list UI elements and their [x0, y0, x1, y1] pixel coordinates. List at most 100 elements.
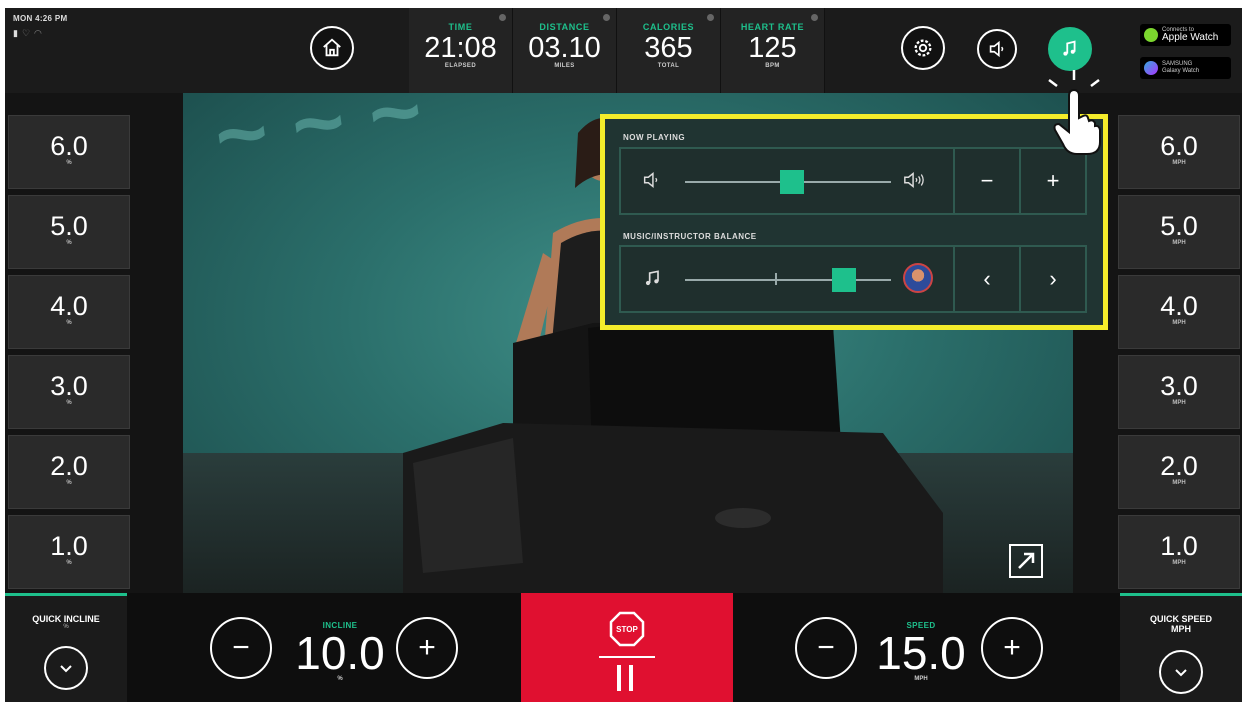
preset-value: 1.0	[1160, 531, 1198, 561]
speed-preset-button[interactable]: 4.0 MPH	[1118, 275, 1240, 349]
speed-up-button[interactable]: +	[981, 617, 1043, 679]
volume-up-button[interactable]: +	[1019, 149, 1085, 213]
metric-unit: TOTAL	[657, 63, 680, 69]
incline-preset-button[interactable]: 6.0%	[8, 115, 130, 189]
music-note-icon	[643, 267, 663, 295]
home-icon	[323, 38, 341, 57]
preset-value: 4.0	[50, 291, 88, 321]
treadmill-screen: MON 4:26 PM ▮ ♡ ◠ TIME 21:08 ELAPSED DIS…	[5, 8, 1242, 702]
apple-watch-badge[interactable]: Connects to Apple Watch	[1140, 24, 1231, 46]
preset-unit: %	[66, 400, 72, 406]
speed-preset-button[interactable]: 6.0 MPH	[1118, 115, 1240, 189]
expand-icon[interactable]	[1007, 542, 1045, 580]
watch-name: Galaxy Watch	[1162, 68, 1200, 74]
metric-label: CALORIES	[642, 22, 695, 32]
preset-value: 2.0	[50, 451, 88, 481]
preset-value: 2.0	[1160, 451, 1198, 481]
metric-unit: BPM	[765, 63, 780, 69]
heart-icon: ♡	[21, 28, 31, 38]
pause-button[interactable]	[617, 665, 633, 691]
chevron-down-icon	[1175, 669, 1187, 677]
preset-value: 6.0	[50, 131, 88, 161]
quick-speed-button[interactable]	[1159, 650, 1203, 694]
volume-high-icon	[901, 169, 927, 197]
speed-display: SPEED 15.0 MPH	[871, 621, 971, 682]
preset-unit: MPH	[1172, 320, 1186, 326]
incline-preset-button[interactable]: 4.0%	[8, 275, 130, 349]
balance-left-button[interactable]: ‹	[953, 247, 1019, 311]
status-icons: ▮ ♡ ◠	[13, 28, 42, 39]
speed-preset-button[interactable]: 2.0 MPH	[1118, 435, 1240, 509]
quick-incline-button[interactable]	[44, 646, 88, 690]
now-playing-label: NOW PLAYING	[623, 133, 686, 142]
music-note-icon	[1063, 40, 1076, 56]
pause-bar	[629, 665, 633, 691]
info-dot-icon[interactable]	[811, 14, 818, 21]
incline-up-button[interactable]: +	[396, 617, 458, 679]
balance-slider-track[interactable]	[685, 279, 891, 281]
preset-unit: MPH	[1172, 400, 1186, 406]
speed-down-button[interactable]: −	[795, 617, 857, 679]
stop-button[interactable]: STOP	[609, 611, 645, 647]
quick-speed-title: QUICK SPEED	[1149, 614, 1212, 624]
incline-preset-button[interactable]: 1.0%	[8, 515, 130, 589]
chevron-down-icon	[60, 665, 72, 673]
volume-control-row: − +	[619, 147, 1087, 215]
preset-value: 4.0	[1160, 291, 1198, 321]
bottom-bar: QUICK INCLINE % − INCLINE 10.0 % + STOP …	[5, 593, 1242, 702]
metric-label: HEART RATE	[740, 22, 805, 32]
quick-incline: QUICK INCLINE %	[5, 593, 127, 702]
quick-speed: QUICK SPEED MPH	[1120, 593, 1242, 702]
speed-preset-button[interactable]: 5.0 MPH	[1118, 195, 1240, 269]
volume-down-button[interactable]: −	[953, 149, 1019, 213]
watch-sub: SAMSUNG	[1162, 61, 1193, 67]
quick-speed-unit: MPH	[1171, 624, 1191, 634]
speed-preset-button[interactable]: 3.0 MPH	[1118, 355, 1240, 429]
stop-label: STOP	[616, 625, 638, 634]
balance-control-row: ‹ ›	[619, 245, 1087, 313]
metric-time: TIME 21:08 ELAPSED	[409, 8, 513, 93]
apple-watch-icon	[1144, 28, 1158, 42]
incline-preset-button[interactable]: 5.0%	[8, 195, 130, 269]
balance-right-button[interactable]: ›	[1019, 247, 1085, 311]
incline-down-button[interactable]: −	[210, 617, 272, 679]
preset-unit: MPH	[1172, 240, 1186, 246]
quick-incline-title: QUICK INCLINE	[32, 614, 100, 624]
info-dot-icon[interactable]	[707, 14, 714, 21]
metric-calories: CALORIES 365 TOTAL	[617, 8, 721, 93]
preset-value: 1.0	[50, 531, 88, 561]
settings-button[interactable]	[901, 26, 945, 70]
speed-preset-button[interactable]: 1.0 MPH	[1118, 515, 1240, 589]
phone-icon: ▮	[13, 28, 18, 38]
quick-incline-unit: %	[63, 624, 69, 630]
info-dot-icon[interactable]	[603, 14, 610, 21]
volume-button[interactable]	[977, 29, 1017, 69]
preset-unit: %	[66, 320, 72, 326]
info-dot-icon[interactable]	[499, 14, 506, 21]
preset-unit: MPH	[1172, 160, 1186, 166]
preset-value: 6.0	[1160, 131, 1198, 161]
volume-slider-thumb[interactable]	[780, 170, 805, 194]
metric-value: 365	[644, 32, 693, 64]
incline-preset-button[interactable]: 3.0%	[8, 355, 130, 429]
home-button[interactable]	[310, 26, 354, 70]
metric-value: 03.10	[528, 32, 601, 64]
music-button[interactable]	[1048, 27, 1092, 71]
incline-preset-button[interactable]: 2.0%	[8, 435, 130, 509]
preset-unit: %	[66, 240, 72, 246]
incline-presets: 6.0% 5.0% 4.0% 3.0% 2.0% 1.0%	[5, 93, 139, 593]
now-playing-panel: NOW PLAYING − + MUSIC/INSTRUCTOR BALANCE…	[600, 114, 1108, 330]
preset-value: 3.0	[50, 371, 88, 401]
preset-unit: %	[66, 160, 72, 166]
balance-slider-thumb[interactable]	[831, 268, 856, 292]
preset-value: 5.0	[1160, 211, 1198, 241]
speaker-icon	[989, 40, 1004, 58]
preset-unit: MPH	[1172, 560, 1186, 566]
galaxy-watch-badge[interactable]: SAMSUNG Galaxy Watch	[1140, 57, 1231, 79]
stop-pause-panel: STOP	[521, 593, 733, 702]
metric-distance: DISTANCE 03.10 MILES	[513, 8, 617, 93]
metric-label: DISTANCE	[539, 22, 590, 32]
watch-name: Apple Watch	[1162, 32, 1219, 43]
preset-unit: %	[66, 480, 72, 486]
tap-hand-icon	[1048, 70, 1101, 155]
